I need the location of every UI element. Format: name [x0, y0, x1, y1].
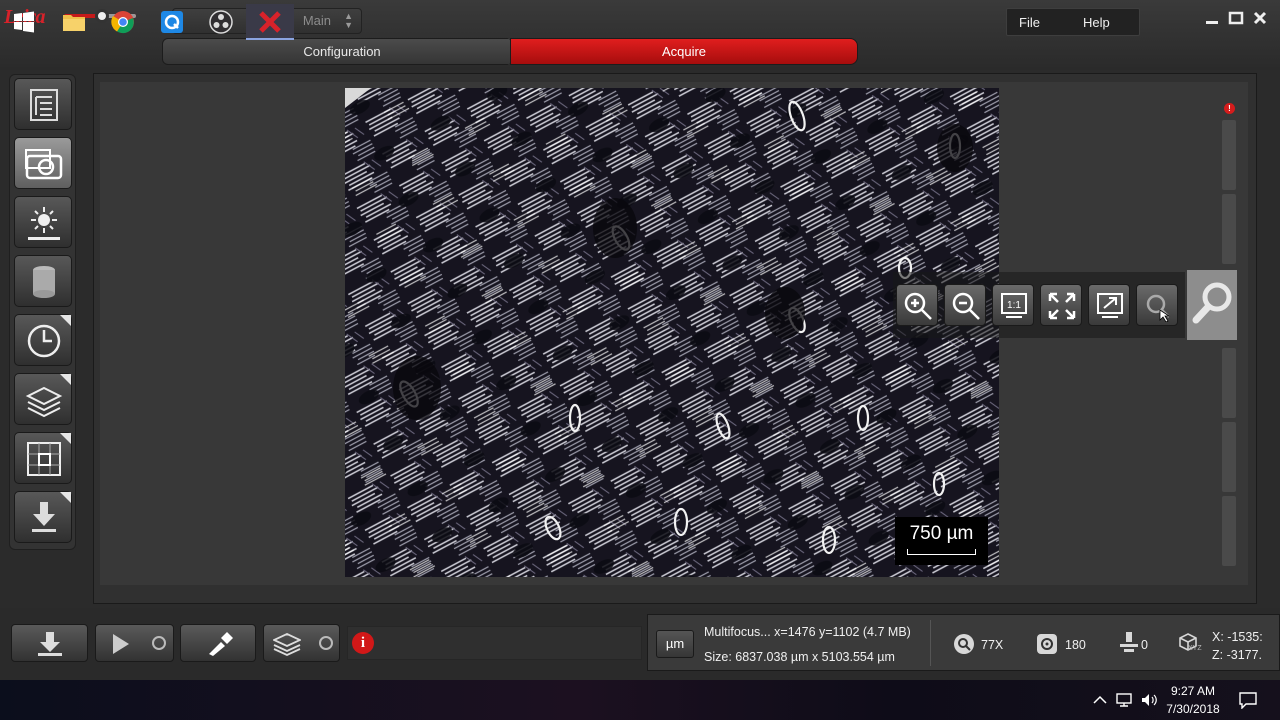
exposure-value: 180: [1065, 638, 1086, 652]
menu-file[interactable]: File: [1019, 15, 1040, 30]
stage-z-coordinate: Z: -3177.: [1212, 648, 1263, 662]
acquire-image-button[interactable]: [11, 624, 88, 662]
project-tree-button[interactable]: [14, 78, 72, 130]
live-play-button[interactable]: [95, 624, 174, 662]
zoom-magnifier-icon: [954, 634, 974, 654]
right-tab-info[interactable]: [1222, 348, 1236, 418]
chevron-up-icon[interactable]: [1092, 692, 1108, 708]
zoom-out-icon: [952, 292, 980, 320]
right-tab-histogram[interactable]: [1222, 194, 1236, 264]
alert-badge[interactable]: !: [1224, 103, 1235, 114]
chrome-icon: [111, 11, 134, 34]
one-to-one-button[interactable]: 1:1: [992, 284, 1034, 326]
expand-corner-icon: [60, 374, 71, 385]
scale-bar: 750 µm: [895, 517, 988, 565]
taskbar-obs[interactable]: [197, 4, 245, 40]
maximize-button[interactable]: [1226, 10, 1246, 26]
taskbar-q-app[interactable]: [148, 4, 196, 40]
os-taskbar: [0, 680, 1280, 720]
q-app-icon: [161, 11, 183, 33]
taskbar-chrome[interactable]: [99, 4, 147, 40]
scale-bar-label: 750 µm: [909, 523, 974, 544]
one-to-one-label: 1:1: [1007, 300, 1021, 311]
zoom-toolbar: 1:1: [893, 272, 1185, 338]
zoom-out-button[interactable]: [944, 284, 986, 326]
record-icon: [319, 636, 333, 650]
tile-scan-button[interactable]: [14, 432, 72, 484]
timelapse-button[interactable]: [14, 314, 72, 366]
storage-icon: [33, 266, 55, 298]
fit-to-window-button[interactable]: [1040, 284, 1082, 326]
image-info-line: Multifocus... x=1476 y=1102 (4.7 MB): [704, 625, 911, 639]
taskbar-file-explorer[interactable]: [50, 4, 98, 40]
obs-icon: [209, 10, 233, 34]
right-tab-measure[interactable]: [1222, 496, 1236, 566]
windows-logo-icon: [14, 11, 34, 33]
tab-acquire[interactable]: Acquire: [510, 38, 858, 65]
clock-time[interactable]: 9:27 AM: [1160, 684, 1226, 698]
multifocus-button[interactable]: [263, 624, 340, 662]
storage-button[interactable]: [14, 255, 72, 307]
right-panel-tabs: [1222, 120, 1236, 566]
scale-bar-line: [907, 549, 976, 555]
tab-configuration[interactable]: Configuration: [162, 38, 522, 65]
layers-icon: [25, 386, 63, 418]
divider: [930, 620, 931, 666]
workspace-label: Main: [302, 13, 331, 28]
reset-zoom-icon: [1146, 294, 1171, 322]
xyz-label: XYZ: [1188, 645, 1202, 652]
image-size-line: Size: 6837.038 µm x 5103.554 µm: [704, 650, 895, 664]
menu-bar: File Help: [1006, 8, 1140, 36]
expand-corner-icon: [60, 433, 71, 444]
illumination-button[interactable]: [14, 196, 72, 248]
fullscreen-button[interactable]: [1088, 284, 1130, 326]
expand-corner-icon: [60, 315, 71, 326]
folder-icon: [63, 15, 85, 31]
fullscreen-icon: [1097, 293, 1123, 318]
illumination-icon: [28, 207, 60, 240]
left-toolbar: [9, 74, 76, 550]
right-tab-profile[interactable]: [1222, 120, 1236, 190]
clock-date[interactable]: 7/30/2018: [1160, 702, 1226, 716]
stage-x-coordinate: X: -1535:: [1212, 630, 1263, 644]
record-icon: [152, 636, 166, 650]
download-icon: [32, 502, 56, 532]
camera-icon: [25, 149, 63, 180]
one-to-one-icon: 1:1: [1001, 293, 1027, 318]
network-icon[interactable]: [1115, 692, 1133, 708]
exposure-icon: [1037, 634, 1057, 654]
focus-value: 0: [1141, 638, 1148, 652]
right-tab-3d[interactable]: [1222, 422, 1236, 492]
export-button[interactable]: [14, 491, 72, 543]
volume-icon[interactable]: [1140, 692, 1158, 708]
leica-x-icon: [259, 11, 281, 33]
download-icon: [38, 632, 62, 656]
zoom-in-icon: [904, 292, 932, 320]
focus-drive-icon: [1120, 632, 1138, 652]
unit-button[interactable]: µm: [656, 630, 694, 658]
start-button[interactable]: [0, 4, 48, 40]
minimize-button[interactable]: [1202, 10, 1222, 26]
close-button[interactable]: [1250, 10, 1270, 26]
tile-scan-icon: [27, 442, 61, 476]
message-area: [347, 626, 642, 660]
menu-help[interactable]: Help: [1083, 15, 1110, 30]
zoom-level: 77X: [981, 638, 1004, 652]
fit-to-window-icon: [1048, 292, 1076, 320]
play-icon: [113, 634, 129, 654]
taskbar-leica-app[interactable]: [246, 4, 294, 40]
updown-arrows-icon: ▲ ▼: [344, 11, 353, 30]
eyedropper-icon: [209, 632, 233, 656]
camera-button[interactable]: [14, 137, 72, 189]
layers-icon: [273, 633, 301, 656]
reset-zoom-button[interactable]: [1136, 284, 1178, 326]
white-balance-button[interactable]: [180, 624, 256, 662]
notification-icon[interactable]: [1238, 691, 1258, 709]
timelapse-clock-icon: [27, 324, 61, 358]
layers-button[interactable]: [14, 373, 72, 425]
expand-corner-icon: [60, 492, 71, 503]
error-icon[interactable]: i: [352, 632, 374, 654]
zoom-in-button[interactable]: [896, 284, 938, 326]
project-tree-icon: [30, 89, 58, 121]
